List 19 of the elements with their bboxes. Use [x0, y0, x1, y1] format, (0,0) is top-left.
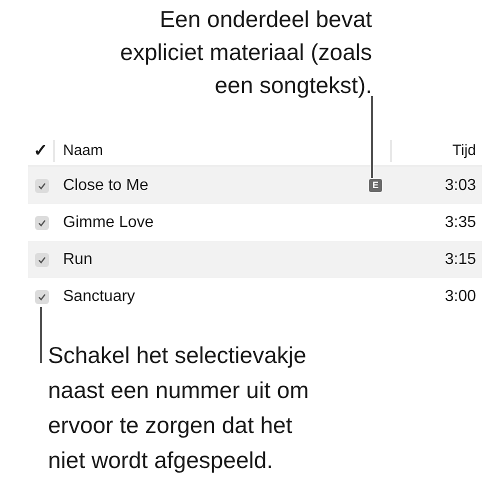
leader-line: [40, 307, 42, 363]
column-header[interactable]: Naam: [63, 140, 104, 162]
checkbox[interactable]: [34, 178, 48, 192]
song-title: Close to Me: [63, 176, 148, 196]
track-duration: 3:03: [444, 176, 476, 196]
track-duration: 3:35: [444, 212, 476, 232]
column-header[interactable]: Tijd: [452, 140, 476, 162]
callout-text: Schakel het selectievakje naast een nummer uit om ervoor te zorgen dat het niet wordt afgespeeld.: [48, 341, 310, 475]
checkbox[interactable]: [34, 290, 48, 304]
song-title: Gimme Love: [63, 212, 154, 232]
callout-text: Een onderdeel bevat expliciet materiaal (zoals een songtekst).: [119, 5, 372, 100]
column-header[interactable]: ✓: [34, 138, 48, 164]
track-duration: 3:15: [444, 250, 476, 270]
explicit-badge: E: [369, 179, 382, 192]
checkbox[interactable]: [34, 252, 48, 266]
track-duration: 3:00: [444, 286, 476, 306]
song-title: Sanctuary: [63, 286, 136, 306]
song-title: Run: [63, 250, 92, 270]
checkbox[interactable]: [34, 216, 48, 230]
